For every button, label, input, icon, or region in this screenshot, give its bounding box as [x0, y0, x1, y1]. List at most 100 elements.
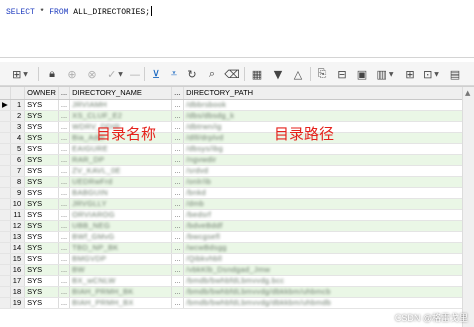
table-row[interactable]: 9 SYS... BABGUIN.../bnkd: [0, 187, 472, 199]
row-selector[interactable]: [0, 231, 11, 243]
table-row[interactable]: ▶ 1 SYS... JRVIAMH.../dbbrsbook: [0, 99, 472, 111]
table-row[interactable]: 19 SYS... BIAH_PRMH_BX.../bmdb/bwhbfdLbmvv…: [0, 297, 472, 309]
cell-more-button[interactable]: ...: [58, 264, 71, 276]
fetch-all-icon[interactable]: ⩡: [166, 66, 182, 82]
cell-more-button[interactable]: ...: [171, 187, 185, 199]
directory-name-cell[interactable]: ZV_KAVL_0E: [69, 165, 173, 177]
table-row[interactable]: 16 SYS... BW.../vbkKlb_Dsndgad_Jmw: [0, 264, 472, 276]
row-selector[interactable]: [0, 209, 11, 221]
directory-name-cell[interactable]: XS_CLUF_E2: [69, 110, 173, 122]
directory-path-cell[interactable]: /dmb: [183, 198, 472, 210]
directory-name-cell[interactable]: UEDRwFrd: [69, 176, 173, 188]
cell-more-button[interactable]: ...: [171, 132, 185, 144]
delete-row-icon[interactable]: ⊗: [84, 66, 100, 82]
cancel-changes-icon[interactable]: —: [128, 66, 142, 82]
table-row[interactable]: 8 SYS... UEDRwFrd.../onlr/ib: [0, 176, 472, 188]
cell-more-button[interactable]: ...: [58, 242, 71, 254]
query-by-example-icon[interactable]: ⊟: [334, 66, 350, 82]
directory-name-cell[interactable]: BABGUIN: [69, 187, 173, 199]
layout-icon[interactable]: ⊞: [402, 66, 418, 82]
column-header-directory-path[interactable]: DIRECTORY_PATH: [183, 87, 472, 100]
directory-path-cell[interactable]: /bwcgsefl: [183, 231, 472, 243]
directory-path-cell[interactable]: /bmdb/bwhbfdLbmvvdg.bcc: [183, 275, 472, 287]
directory-path-cell[interactable]: /ngvwdir: [183, 154, 472, 166]
row-selector[interactable]: [0, 297, 11, 309]
column-header-more[interactable]: ...: [58, 87, 71, 100]
owner-cell[interactable]: SYS: [24, 253, 59, 265]
fetch-next-icon[interactable]: ⊻: [148, 66, 164, 82]
table-row[interactable]: 4 SYS... Bia_Addr.../dlll/drplvd: [0, 132, 472, 144]
directory-path-cell[interactable]: /bmdb/bwhbfdLbmvvdg/dbkkbm/uhbmdb: [183, 297, 472, 309]
cell-more-button[interactable]: ...: [58, 231, 71, 243]
cell-more-button[interactable]: ...: [58, 275, 71, 287]
cell-more-button[interactable]: ...: [58, 132, 71, 144]
table-row[interactable]: 10 SYS... JRVGLLY.../dmb: [0, 198, 472, 210]
table-row[interactable]: 3 SYS... WDRV_DDIR.../dbtrwn/ig: [0, 121, 472, 133]
export-icon[interactable]: ⎘: [314, 66, 330, 82]
row-selector[interactable]: [0, 121, 11, 133]
cell-more-button[interactable]: ...: [58, 154, 71, 166]
cell-more-button[interactable]: ...: [171, 286, 185, 298]
cell-more-button[interactable]: ...: [171, 143, 185, 155]
directory-name-cell[interactable]: JRVGLLY: [69, 198, 173, 210]
table-row[interactable]: 12 SYS... UBB_NEG.../bdveBddf: [0, 220, 472, 232]
owner-cell[interactable]: SYS: [24, 99, 59, 111]
directory-name-cell[interactable]: TBD_NP_BK: [69, 242, 173, 254]
row-selector[interactable]: [0, 176, 11, 188]
row-selector[interactable]: ▶: [0, 99, 11, 111]
owner-cell[interactable]: SYS: [24, 187, 59, 199]
cell-more-button[interactable]: ...: [58, 286, 71, 298]
table-row[interactable]: 6 SYS... RAR_DP.../ngvwdir: [0, 154, 472, 166]
row-selector[interactable]: [0, 187, 11, 199]
directory-path-cell[interactable]: /onlr/ib: [183, 176, 472, 188]
cell-more-button[interactable]: ...: [171, 253, 185, 265]
owner-cell[interactable]: SYS: [24, 110, 59, 122]
cell-more-button[interactable]: ...: [58, 209, 71, 221]
chart-icon[interactable]: ▥ ▼: [374, 66, 396, 82]
table-icon[interactable]: ▤: [446, 66, 464, 82]
directory-path-cell[interactable]: /bedsrf: [183, 209, 472, 221]
owner-cell[interactable]: SYS: [24, 220, 59, 232]
cell-more-button[interactable]: ...: [58, 253, 71, 265]
directory-path-cell[interactable]: /dbsys/ibg: [183, 143, 472, 155]
owner-cell[interactable]: SYS: [24, 121, 59, 133]
directory-path-cell[interactable]: /bnkd: [183, 187, 472, 199]
directory-name-cell[interactable]: BIAH_PRMH_BK: [69, 286, 173, 298]
sql-editor[interactable]: SELECT * FROM ALL_DIRECTORIES;: [0, 0, 474, 58]
cell-more-button[interactable]: ...: [171, 121, 185, 133]
cell-more-button[interactable]: ...: [171, 154, 185, 166]
directory-name-cell[interactable]: JRVIAMH: [69, 99, 173, 111]
cell-more-button[interactable]: ...: [171, 165, 185, 177]
directory-name-cell[interactable]: ORVIAROG: [69, 209, 173, 221]
directory-path-cell[interactable]: /bmdb/bwhbfdLbmvvdg/dbkkbm/uhbmcb: [183, 286, 472, 298]
sort-asc-icon[interactable]: △: [290, 66, 306, 82]
table-row[interactable]: 17 SYS... BX_wCNLW.../bmdb/bwhbfdLbmvvdg.b…: [0, 275, 472, 287]
cell-more-button[interactable]: ...: [58, 220, 71, 232]
directory-name-cell[interactable]: BWf_GMvG: [69, 231, 173, 243]
row-selector[interactable]: [0, 198, 11, 210]
row-selector[interactable]: [0, 242, 11, 254]
search-icon[interactable]: ⌕: [204, 66, 220, 82]
directory-path-cell[interactable]: /srdvd: [183, 165, 472, 177]
cell-more-button[interactable]: ...: [171, 209, 185, 221]
row-selector[interactable]: [0, 143, 11, 155]
cell-more-button[interactable]: ...: [171, 198, 185, 210]
cell-more-button[interactable]: ...: [58, 110, 71, 122]
column-header-owner[interactable]: OWNER: [24, 87, 59, 100]
owner-cell[interactable]: SYS: [24, 286, 59, 298]
owner-cell[interactable]: SYS: [24, 176, 59, 188]
table-row[interactable]: 5 SYS... EAIGURE.../dbsys/ibg: [0, 143, 472, 155]
cell-more-button[interactable]: ...: [58, 121, 71, 133]
owner-cell[interactable]: SYS: [24, 297, 59, 309]
directory-path-cell[interactable]: /bdveBddf: [183, 220, 472, 232]
owner-cell[interactable]: SYS: [24, 209, 59, 221]
table-row[interactable]: 14 SYS... TBD_NP_BK.../wcwBdsgg: [0, 242, 472, 254]
row-selector[interactable]: [0, 220, 11, 232]
clear-icon[interactable]: ⌫: [224, 66, 240, 82]
directory-name-cell[interactable]: RAR_DP: [69, 154, 173, 166]
vertical-scrollbar[interactable]: ▲: [462, 87, 474, 327]
cell-more-button[interactable]: ...: [58, 176, 71, 188]
scroll-up-icon[interactable]: ▲: [465, 89, 470, 97]
cell-more-button[interactable]: ...: [58, 99, 71, 111]
row-selector[interactable]: [0, 154, 11, 166]
